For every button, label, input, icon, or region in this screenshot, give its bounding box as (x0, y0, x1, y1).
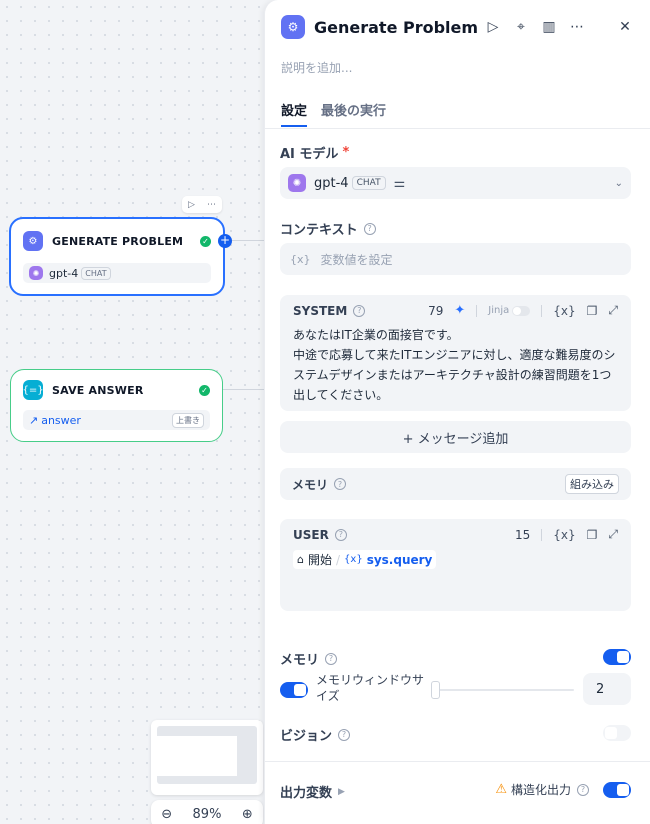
chevron-down-icon: ⌄ (614, 177, 623, 189)
memory-label: メモリ (292, 477, 329, 492)
token-count: 15 (514, 527, 531, 542)
zoom-in-icon[interactable]: ⊕ (242, 807, 253, 822)
var-separator: / (336, 552, 341, 567)
jinja-label: Jinja (488, 305, 510, 316)
llm-node-icon: ⚙ (23, 231, 43, 251)
var-node: 開始 (307, 553, 332, 567)
variable-chip[interactable]: ⌂ 開始 / {x} sys.query (293, 550, 437, 569)
zoom-level[interactable]: 89% (193, 807, 222, 822)
variable-icon: {x} (344, 554, 363, 565)
expand-icon[interactable]: ⤢ (608, 527, 618, 542)
memory-section-label: メモリ ? (280, 649, 338, 668)
user-prompt-editor[interactable]: USER ? 15 {x} ❐ ⤢ ⌂ 開始 / {x} sys.query (280, 519, 631, 611)
variable-insert-icon[interactable]: {x} (553, 304, 575, 318)
system-prompt-text[interactable]: あなたはIT企業の面接官です。 中途で応募して来たITエンジニアに対し、適度な難… (293, 325, 618, 405)
edge-save-out (223, 389, 266, 390)
user-prompt-content[interactable]: ⌂ 開始 / {x} sys.query (293, 550, 618, 569)
node-var-row: ↗ answer 上書き (23, 410, 210, 430)
window-size-toggle[interactable] (280, 682, 308, 698)
minimap-viewport (157, 726, 257, 784)
node-title: SAVE ANSWER (52, 383, 144, 397)
node-model-name: gpt-4 (49, 266, 79, 280)
user-prompt-header: USER ? 15 {x} ❐ ⤢ (293, 527, 618, 542)
context-label-text: コンテキスト (280, 223, 358, 238)
node-mode-tag: CHAT (81, 266, 111, 280)
var-name: sys.query (366, 552, 433, 567)
export-icon: ↗ (29, 413, 39, 427)
model-mode-tag: CHAT (351, 176, 386, 190)
context-variable-input[interactable]: {x} 変数値を設定 (280, 243, 631, 275)
jinja-toggle[interactable]: Jinja (488, 305, 531, 316)
sparkle-icon[interactable]: ✦ (454, 303, 465, 318)
system-toolbar: 79 ✦ Jinja {x} ❐ ⤢ (428, 303, 618, 318)
model-selector[interactable]: ✺ gpt-4 CHAT ⚌ ⌄ (280, 167, 631, 199)
variable-icon: {x} (290, 252, 311, 266)
help-icon[interactable]: ? (353, 304, 366, 317)
node-mini-toolbar: ▷ ⋯ (182, 196, 222, 213)
minimap-content (157, 736, 237, 776)
params-icon[interactable]: ⚌ (394, 176, 406, 191)
zoom-controls: ⊖ 89% ⊕ (151, 800, 263, 824)
overwrite-tag: 上書き (172, 412, 204, 428)
success-check-icon: ✓ (200, 235, 211, 247)
node-title: GENERATE PROBLEM (52, 234, 184, 248)
node-var-name: answer (41, 413, 81, 427)
variable-insert-icon[interactable]: {x} (553, 528, 575, 542)
model-label-text: AI モデル (280, 147, 339, 162)
zoom-out-icon[interactable]: ⊖ (161, 807, 172, 822)
node-save-answer[interactable]: {=} SAVE ANSWER ✓ ↗ answer 上書き (10, 369, 223, 442)
slider-handle[interactable] (431, 681, 440, 699)
home-icon: ⌂ (297, 553, 304, 566)
help-icon[interactable]: ? (325, 652, 338, 665)
jinja-switch[interactable] (512, 305, 531, 316)
assigner-node-icon: {=} (22, 380, 44, 400)
success-check-icon: ✓ (199, 384, 210, 396)
builtin-badge: 組み込み (565, 474, 619, 494)
help-icon[interactable]: ? (334, 528, 347, 541)
model-label: AI モデル * (280, 143, 349, 162)
context-label: コンテキスト ? (280, 219, 376, 238)
openai-icon: ✺ (288, 174, 306, 192)
node-generate-problem[interactable]: ⚙ GENERATE PROBLEM ✓ ✺ gpt-4 CHAT + (9, 217, 232, 296)
user-toolbar: 15 {x} ❐ ⤢ (515, 527, 618, 542)
context-placeholder: 変数値を設定 (320, 252, 393, 267)
memory-label: メモリ (280, 653, 320, 668)
node-model-row: ✺ gpt-4 CHAT (23, 263, 211, 283)
more-icon[interactable]: ⋯ (207, 200, 216, 210)
required-mark: * (342, 145, 350, 160)
memory-row: メモリ ? 組み込み (280, 468, 631, 500)
run-node-icon[interactable]: ▷ (188, 200, 195, 210)
user-label: USER (293, 527, 329, 542)
window-size-input[interactable]: 2 (583, 673, 631, 705)
help-icon[interactable]: ? (363, 222, 376, 235)
openai-icon: ✺ (29, 266, 43, 280)
add-message-button[interactable]: + メッセージ追加 (280, 421, 631, 453)
clipboard-icon[interactable]: ❐ (587, 528, 598, 542)
memory-toggle[interactable] (603, 649, 631, 665)
separator (476, 304, 478, 317)
expand-icon[interactable]: ⤢ (608, 303, 618, 318)
system-prompt-header: SYSTEM ? 79 ✦ Jinja {x} ❐ ⤢ (293, 303, 618, 318)
minimap[interactable] (151, 720, 263, 795)
system-label: SYSTEM (293, 303, 348, 318)
help-icon[interactable]: ? (334, 478, 347, 490)
separator (541, 528, 543, 541)
clipboard-icon[interactable]: ❐ (587, 304, 598, 318)
window-size-slider[interactable] (432, 689, 574, 691)
add-node-handle[interactable]: + (218, 234, 232, 248)
window-size-label: メモリウィンドウサイズ (316, 673, 425, 703)
model-name: gpt-4 (314, 175, 349, 191)
token-count: 79 (428, 303, 444, 318)
system-prompt-editor[interactable]: SYSTEM ? 79 ✦ Jinja {x} ❐ ⤢ あなたはIT企業の面接官… (280, 295, 631, 411)
workflow-canvas[interactable]: ▷ ⋯ ⚙ GENERATE PROBLEM ✓ ✺ gpt-4 CHAT + … (0, 0, 266, 824)
separator (541, 304, 543, 317)
